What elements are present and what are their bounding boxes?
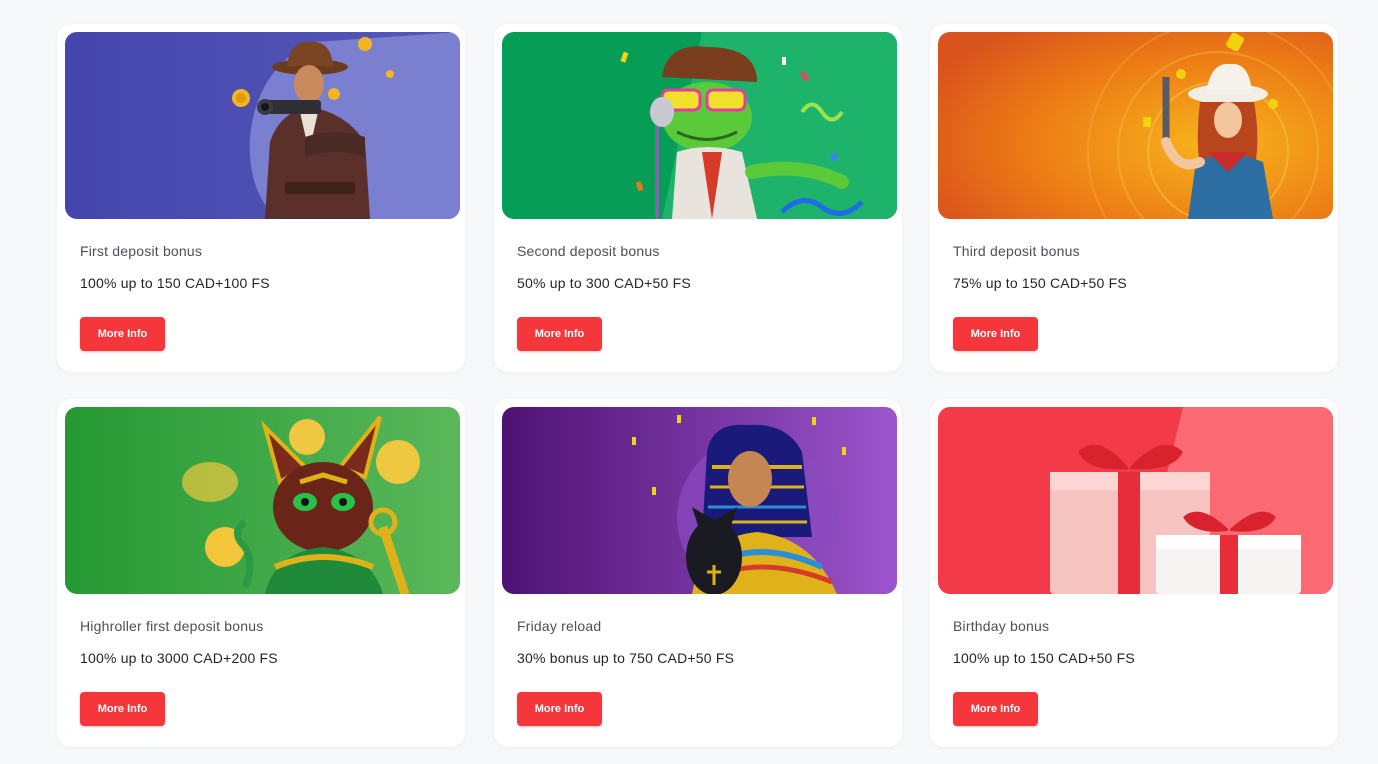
egyptian-cat-illustration: [65, 407, 460, 594]
more-info-button[interactable]: More Info: [953, 317, 1038, 351]
promo-banner-image: [65, 32, 460, 219]
promo-offer: 50% up to 300 CAD+50 FS: [517, 275, 691, 291]
cowgirl-gunslinger-illustration: [938, 32, 1333, 219]
promo-card: Second deposit bonus 50% up to 300 CAD+5…: [494, 24, 902, 372]
gift-boxes-illustration: [938, 407, 1333, 594]
promo-card: Birthday bonus 100% up to 150 CAD+50 FS …: [930, 399, 1338, 747]
promo-offer: 100% up to 3000 CAD+200 FS: [80, 650, 278, 666]
cowboy-gunslinger-illustration: [65, 32, 460, 219]
promo-card: Friday reload 30% bonus up to 750 CAD+50…: [494, 399, 902, 747]
more-info-button[interactable]: More Info: [80, 692, 165, 726]
more-info-button[interactable]: More Info: [517, 317, 602, 351]
more-info-button[interactable]: More Info: [953, 692, 1038, 726]
cleopatra-illustration: [502, 407, 897, 594]
more-info-button[interactable]: More Info: [80, 317, 165, 351]
promo-card: Third deposit bonus 75% up to 150 CAD+50…: [930, 24, 1338, 372]
promo-offer: 30% bonus up to 750 CAD+50 FS: [517, 650, 735, 666]
promo-title: Third deposit bonus: [953, 243, 1080, 259]
promo-banner-image: [502, 32, 897, 219]
promo-title: First deposit bonus: [80, 243, 203, 259]
promo-banner-image: [502, 407, 897, 594]
promo-banner-image: [938, 32, 1333, 219]
promo-offer: 75% up to 150 CAD+50 FS: [953, 275, 1127, 291]
more-info-button[interactable]: More Info: [517, 692, 602, 726]
promo-title: Birthday bonus: [953, 618, 1050, 634]
promo-offer: 100% up to 150 CAD+100 FS: [80, 275, 270, 291]
promotions-grid: First deposit bonus 100% up to 150 CAD+1…: [0, 0, 1378, 764]
promo-offer: 100% up to 150 CAD+50 FS: [953, 650, 1135, 666]
promo-title: Second deposit bonus: [517, 243, 660, 259]
promo-title: Friday reload: [517, 618, 602, 634]
party-frog-illustration: [502, 32, 897, 219]
promo-card: Highroller first deposit bonus 100% up t…: [57, 399, 465, 747]
promo-banner-image: [65, 407, 460, 594]
promo-title: Highroller first deposit bonus: [80, 618, 264, 634]
promo-banner-image: [938, 407, 1333, 594]
promo-card: First deposit bonus 100% up to 150 CAD+1…: [57, 24, 465, 372]
